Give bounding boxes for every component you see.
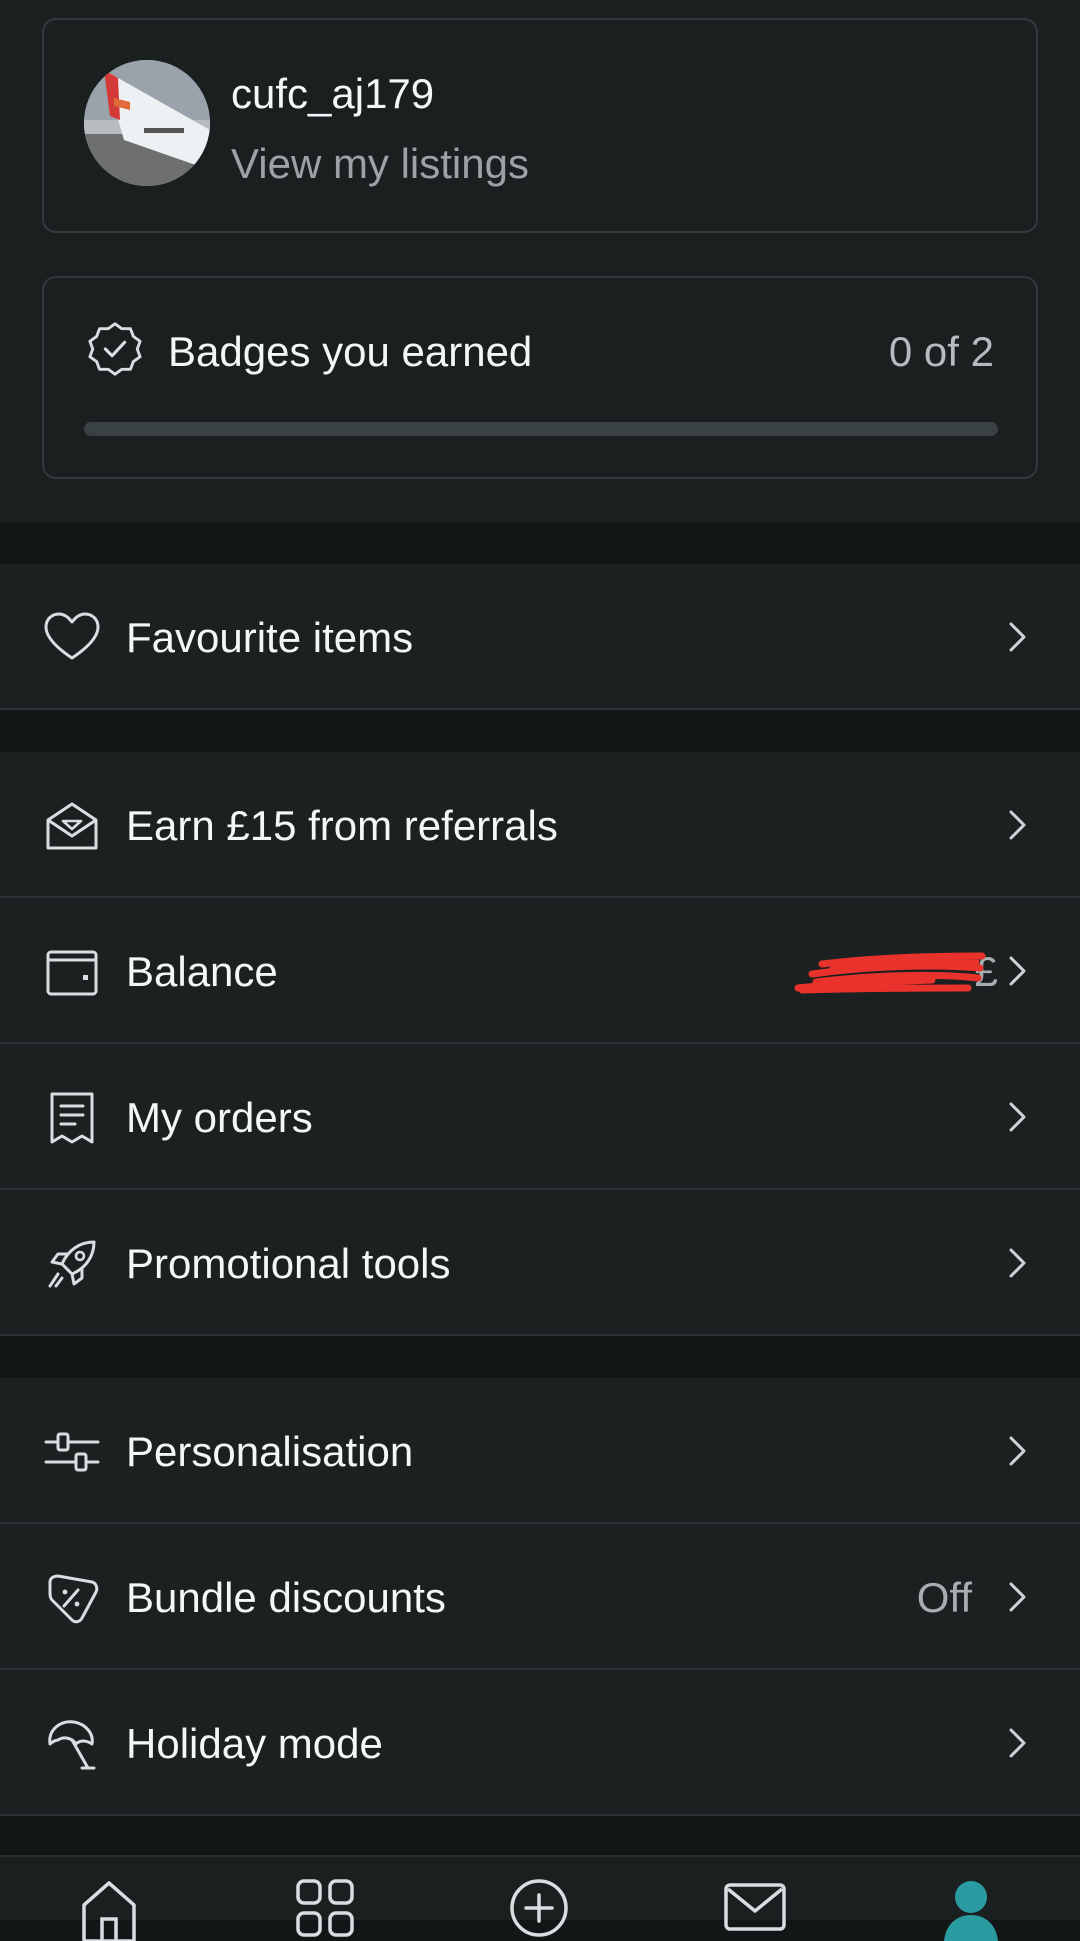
chevron-right-icon xyxy=(1009,622,1026,652)
menu-item-holiday-mode[interactable]: Holiday mode xyxy=(0,1670,1080,1816)
chevron-right-icon xyxy=(1009,1248,1026,1278)
bottom-nav-bar xyxy=(0,1855,1080,1941)
catalog-grid-icon[interactable] xyxy=(292,1875,358,1941)
menu-item-referrals[interactable]: Earn £15 from referrals xyxy=(0,752,1080,898)
menu-item-favourite-items[interactable]: Favourite items xyxy=(0,564,1080,710)
rocket-icon xyxy=(48,1240,96,1288)
wallet-icon xyxy=(46,950,98,996)
referrals-label: Earn £15 from referrals xyxy=(126,802,558,849)
balance-label: Balance xyxy=(126,948,278,995)
envelope-open-icon xyxy=(46,802,98,850)
heart-icon xyxy=(44,612,100,660)
redaction-scribble xyxy=(794,952,986,994)
promotional-tools-label: Promotional tools xyxy=(126,1240,451,1287)
price-tag-icon xyxy=(48,1574,99,1624)
sliders-icon xyxy=(44,1432,100,1472)
chevron-right-icon xyxy=(1009,1728,1026,1758)
home-icon[interactable] xyxy=(76,1875,142,1941)
profile-icon[interactable] xyxy=(938,1875,1004,1941)
badges-card[interactable]: Badges you earned 0 of 2 xyxy=(42,276,1038,479)
chevron-right-icon xyxy=(1009,1582,1026,1612)
avatar[interactable] xyxy=(84,60,210,186)
username: cufc_aj179 xyxy=(231,70,435,117)
badges-progress-bar xyxy=(84,422,998,436)
chevron-right-icon xyxy=(1009,956,1026,986)
chevron-right-icon xyxy=(1009,1436,1026,1466)
my-orders-label: My orders xyxy=(126,1094,313,1141)
menu-item-personalisation[interactable]: Personalisation xyxy=(0,1378,1080,1524)
holiday-mode-label: Holiday mode xyxy=(126,1720,383,1767)
menu-item-promotional-tools[interactable]: Promotional tools xyxy=(0,1190,1080,1336)
profile-card[interactable]: cufc_aj179 View my listings xyxy=(42,18,1038,233)
badges-count: 0 of 2 xyxy=(888,328,994,375)
menu-item-my-orders[interactable]: My orders xyxy=(0,1044,1080,1190)
bundle-discounts-label: Bundle discounts xyxy=(126,1574,446,1621)
view-listings-link[interactable]: View my listings xyxy=(231,140,529,188)
menu-item-balance[interactable]: Balance £ xyxy=(0,898,1080,1044)
chevron-right-icon xyxy=(1009,810,1026,840)
umbrella-icon xyxy=(48,1720,96,1770)
bundle-discounts-status: Off xyxy=(916,1574,972,1621)
profile-header-area: cufc_aj179 View my listings Badges you e… xyxy=(0,0,1080,522)
chevron-right-icon xyxy=(1009,1102,1026,1132)
badge-check-icon xyxy=(88,322,142,376)
menu-group-favourites: Favourite items xyxy=(0,564,1080,710)
favourite-items-label: Favourite items xyxy=(126,614,414,661)
inbox-mail-icon[interactable] xyxy=(722,1875,788,1941)
menu-group-account: Earn £15 from referrals Balance £ My ord… xyxy=(0,752,1080,1336)
personalisation-label: Personalisation xyxy=(126,1428,414,1475)
menu-item-bundle-discounts[interactable]: Bundle discounts Off xyxy=(0,1524,1080,1670)
receipt-icon xyxy=(50,1092,94,1144)
badges-title: Badges you earned xyxy=(168,328,533,375)
sell-plus-icon[interactable] xyxy=(506,1875,572,1941)
menu-group-settings: Personalisation Bundle discounts Off Hol… xyxy=(0,1378,1080,1816)
